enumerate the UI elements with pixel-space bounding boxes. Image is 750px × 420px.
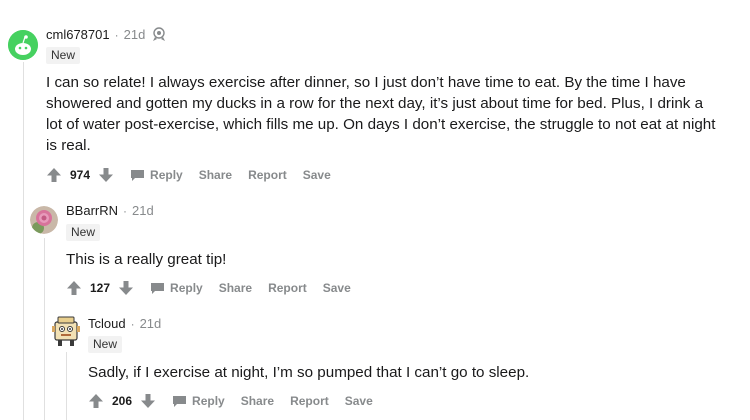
reply-icon <box>130 169 145 182</box>
snoo-avatar-icon[interactable] <box>8 30 38 60</box>
username[interactable]: BBarrRN <box>66 203 118 218</box>
separator-dot: · <box>123 203 128 218</box>
reply-icon <box>172 395 187 408</box>
report-button[interactable]: Report <box>268 281 307 295</box>
comment-body: This is a really great tip! <box>66 251 227 268</box>
rose-avatar-icon[interactable] <box>30 206 58 234</box>
comment-age[interactable]: 21d <box>132 203 154 218</box>
report-button[interactable]: Report <box>248 168 287 182</box>
reply-icon <box>150 282 165 295</box>
thread-line[interactable] <box>66 352 67 420</box>
reply-label: Reply <box>170 281 203 295</box>
new-badge: New <box>88 336 123 353</box>
comment-age[interactable]: 21d <box>124 27 146 42</box>
save-button[interactable]: Save <box>303 168 331 182</box>
separator-dot: · <box>130 316 135 331</box>
comment-body: Sadly, if I exercise at night, I’m so pu… <box>88 364 530 381</box>
downvote-icon[interactable] <box>98 167 114 183</box>
comment-body: I can so relate! I always exercise after… <box>46 74 716 154</box>
reply-button[interactable]: Reply <box>172 394 225 408</box>
vote-score: 206 <box>112 394 133 408</box>
thread-line[interactable] <box>44 238 45 420</box>
upvote-icon[interactable] <box>88 393 104 409</box>
reply-label: Reply <box>150 168 183 182</box>
upvote-icon[interactable] <box>46 167 62 183</box>
upvote-icon[interactable] <box>66 280 82 296</box>
thread-line[interactable] <box>23 62 24 420</box>
new-badge: New <box>66 224 101 241</box>
vote-score: 127 <box>90 281 111 295</box>
share-button[interactable]: Share <box>219 281 252 295</box>
username[interactable]: Tcloud <box>88 316 126 331</box>
award-icon <box>151 27 168 42</box>
save-button[interactable]: Save <box>345 394 373 408</box>
report-button[interactable]: Report <box>290 394 329 408</box>
reply-button[interactable]: Reply <box>130 168 183 182</box>
robot-avatar-icon[interactable] <box>52 314 80 348</box>
save-button[interactable]: Save <box>323 281 351 295</box>
share-button[interactable]: Share <box>241 394 274 408</box>
downvote-icon[interactable] <box>140 393 156 409</box>
username[interactable]: cml678701 <box>46 27 110 42</box>
separator-dot: · <box>114 27 119 42</box>
reply-button[interactable]: Reply <box>150 281 203 295</box>
vote-score: 974 <box>70 168 91 182</box>
new-badge: New <box>46 47 81 64</box>
comment-age[interactable]: 21d <box>140 316 162 331</box>
share-button[interactable]: Share <box>199 168 232 182</box>
downvote-icon[interactable] <box>118 280 134 296</box>
reply-label: Reply <box>192 394 225 408</box>
